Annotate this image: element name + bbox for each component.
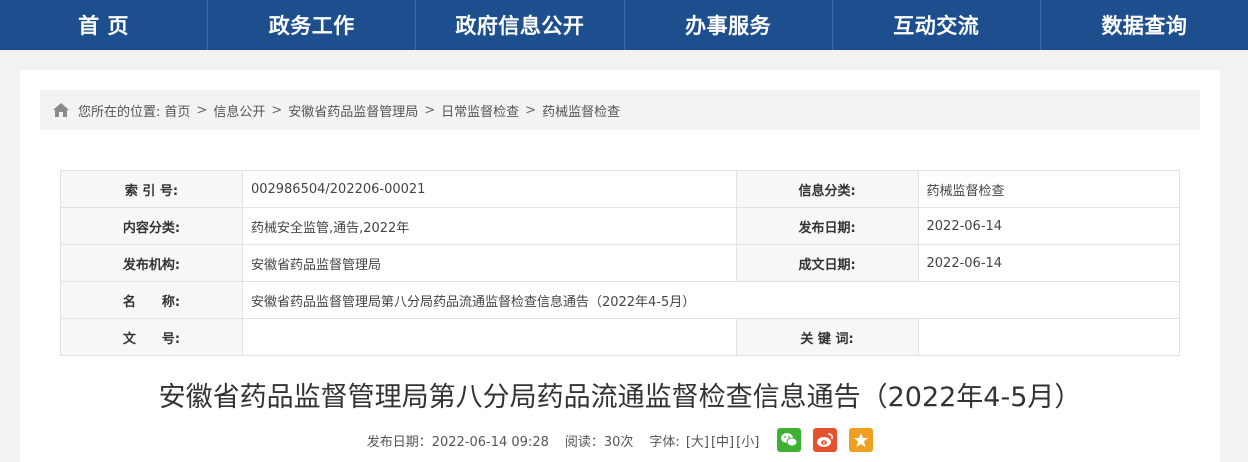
index-value: 002986504/202206-00021	[241, 170, 737, 208]
wechat-icon	[781, 433, 798, 447]
nav-item-services[interactable]: 办事服务	[625, 0, 833, 50]
breadcrumb-home[interactable]: 首页	[164, 101, 190, 120]
home-icon	[53, 103, 69, 117]
nav-item-data-query[interactable]: 数据查询	[1041, 0, 1248, 50]
article-title: 安徽省药品监督管理局第八分局药品流通监督检查信息通告（2022年4-5月）	[158, 382, 1082, 413]
breadcrumb-daily-inspection[interactable]: 日常监督检查	[441, 101, 519, 120]
metadata-table: 索 引 号: 002986504/202206-00021 信息分类: 药械监督…	[60, 170, 1181, 356]
breadcrumb-separator: >	[424, 102, 436, 118]
publish-date-label: 发布日期:	[735, 207, 919, 245]
index-label: 索 引 号:	[60, 170, 243, 208]
breadcrumb-drug-device-inspection[interactable]: 药械监督检查	[542, 101, 620, 120]
name-label: 名 称:	[60, 281, 243, 319]
breadcrumb: 您所在的位置: 首页 > 信息公开 > 安徽省药品监督管理局 > 日常监督检查 …	[40, 90, 1200, 130]
table-row: 发布机构: 安徽省药品监督管理局 成文日期: 2022-06-14	[60, 244, 1181, 282]
content-category-label: 内容分类:	[60, 207, 243, 245]
nav-item-info-disclosure[interactable]: 政府信息公开	[416, 0, 625, 50]
breadcrumb-info-disclosure[interactable]: 信息公开	[213, 101, 265, 120]
breadcrumb-separator: >	[196, 102, 208, 118]
agency-value: 安徽省药品监督管理局	[241, 244, 737, 282]
created-date-label: 成文日期:	[735, 244, 919, 282]
nav-item-home[interactable]: 首 页	[0, 0, 209, 50]
breadcrumb-prefix: 您所在的位置:	[78, 104, 161, 120]
content-category-value: 药械安全监管,通告,2022年	[241, 207, 737, 245]
doc-number-label: 文 号:	[60, 318, 243, 356]
content-panel: 您所在的位置: 首页 > 信息公开 > 安徽省药品监督管理局 > 日常监督检查 …	[20, 70, 1220, 462]
publish-info: 发布日期：2022-06-14 09:28	[366, 434, 549, 450]
breadcrumb-separator: >	[271, 102, 283, 118]
created-date-value: 2022-06-14	[917, 244, 1181, 282]
doc-number-value	[241, 318, 737, 356]
table-row: 名 称: 安徽省药品监督管理局第八分局药品流通监督检查信息通告（2022年4-5…	[60, 281, 1181, 319]
top-navigation: 首 页 政务工作 政府信息公开 办事服务 互动交流 数据查询	[0, 0, 1248, 50]
table-row: 内容分类: 药械安全监管,通告,2022年 发布日期: 2022-06-14	[60, 207, 1181, 245]
article-info-bar: 发布日期：2022-06-14 09:28 阅读：30次 字体: [大] [中]…	[20, 428, 1220, 452]
breadcrumb-agency[interactable]: 安徽省药品监督管理局	[288, 101, 418, 120]
font-size-label: 字体:	[649, 434, 680, 450]
favorite-icon	[854, 433, 869, 447]
table-row: 索 引 号: 002986504/202206-00021 信息分类: 药械监督…	[60, 170, 1181, 208]
agency-label: 发布机构:	[60, 244, 243, 282]
table-row: 文 号: 关 键 词:	[60, 318, 1181, 356]
share-weibo-button[interactable]	[813, 428, 838, 452]
share-favorite-button[interactable]	[849, 428, 874, 452]
keywords-value	[917, 318, 1181, 356]
font-large-button[interactable]: [大]	[686, 431, 709, 450]
keywords-label: 关 键 词:	[735, 318, 919, 356]
font-small-button[interactable]: [小]	[736, 431, 759, 450]
weibo-icon	[817, 433, 834, 447]
nav-item-interaction[interactable]: 互动交流	[833, 0, 1041, 50]
name-value: 安徽省药品监督管理局第八分局药品流通监督检查信息通告（2022年4-5月）	[241, 281, 1181, 319]
publish-date-value: 2022-06-14	[917, 207, 1181, 245]
font-medium-button[interactable]: [中]	[711, 431, 734, 450]
read-count: 阅读：30次	[564, 434, 634, 450]
breadcrumb-separator: >	[525, 102, 537, 118]
nav-item-government-work[interactable]: 政务工作	[208, 0, 417, 50]
category-value: 药械监督检查	[917, 170, 1181, 208]
category-label: 信息分类:	[735, 170, 919, 208]
share-wechat-button[interactable]	[777, 428, 802, 452]
